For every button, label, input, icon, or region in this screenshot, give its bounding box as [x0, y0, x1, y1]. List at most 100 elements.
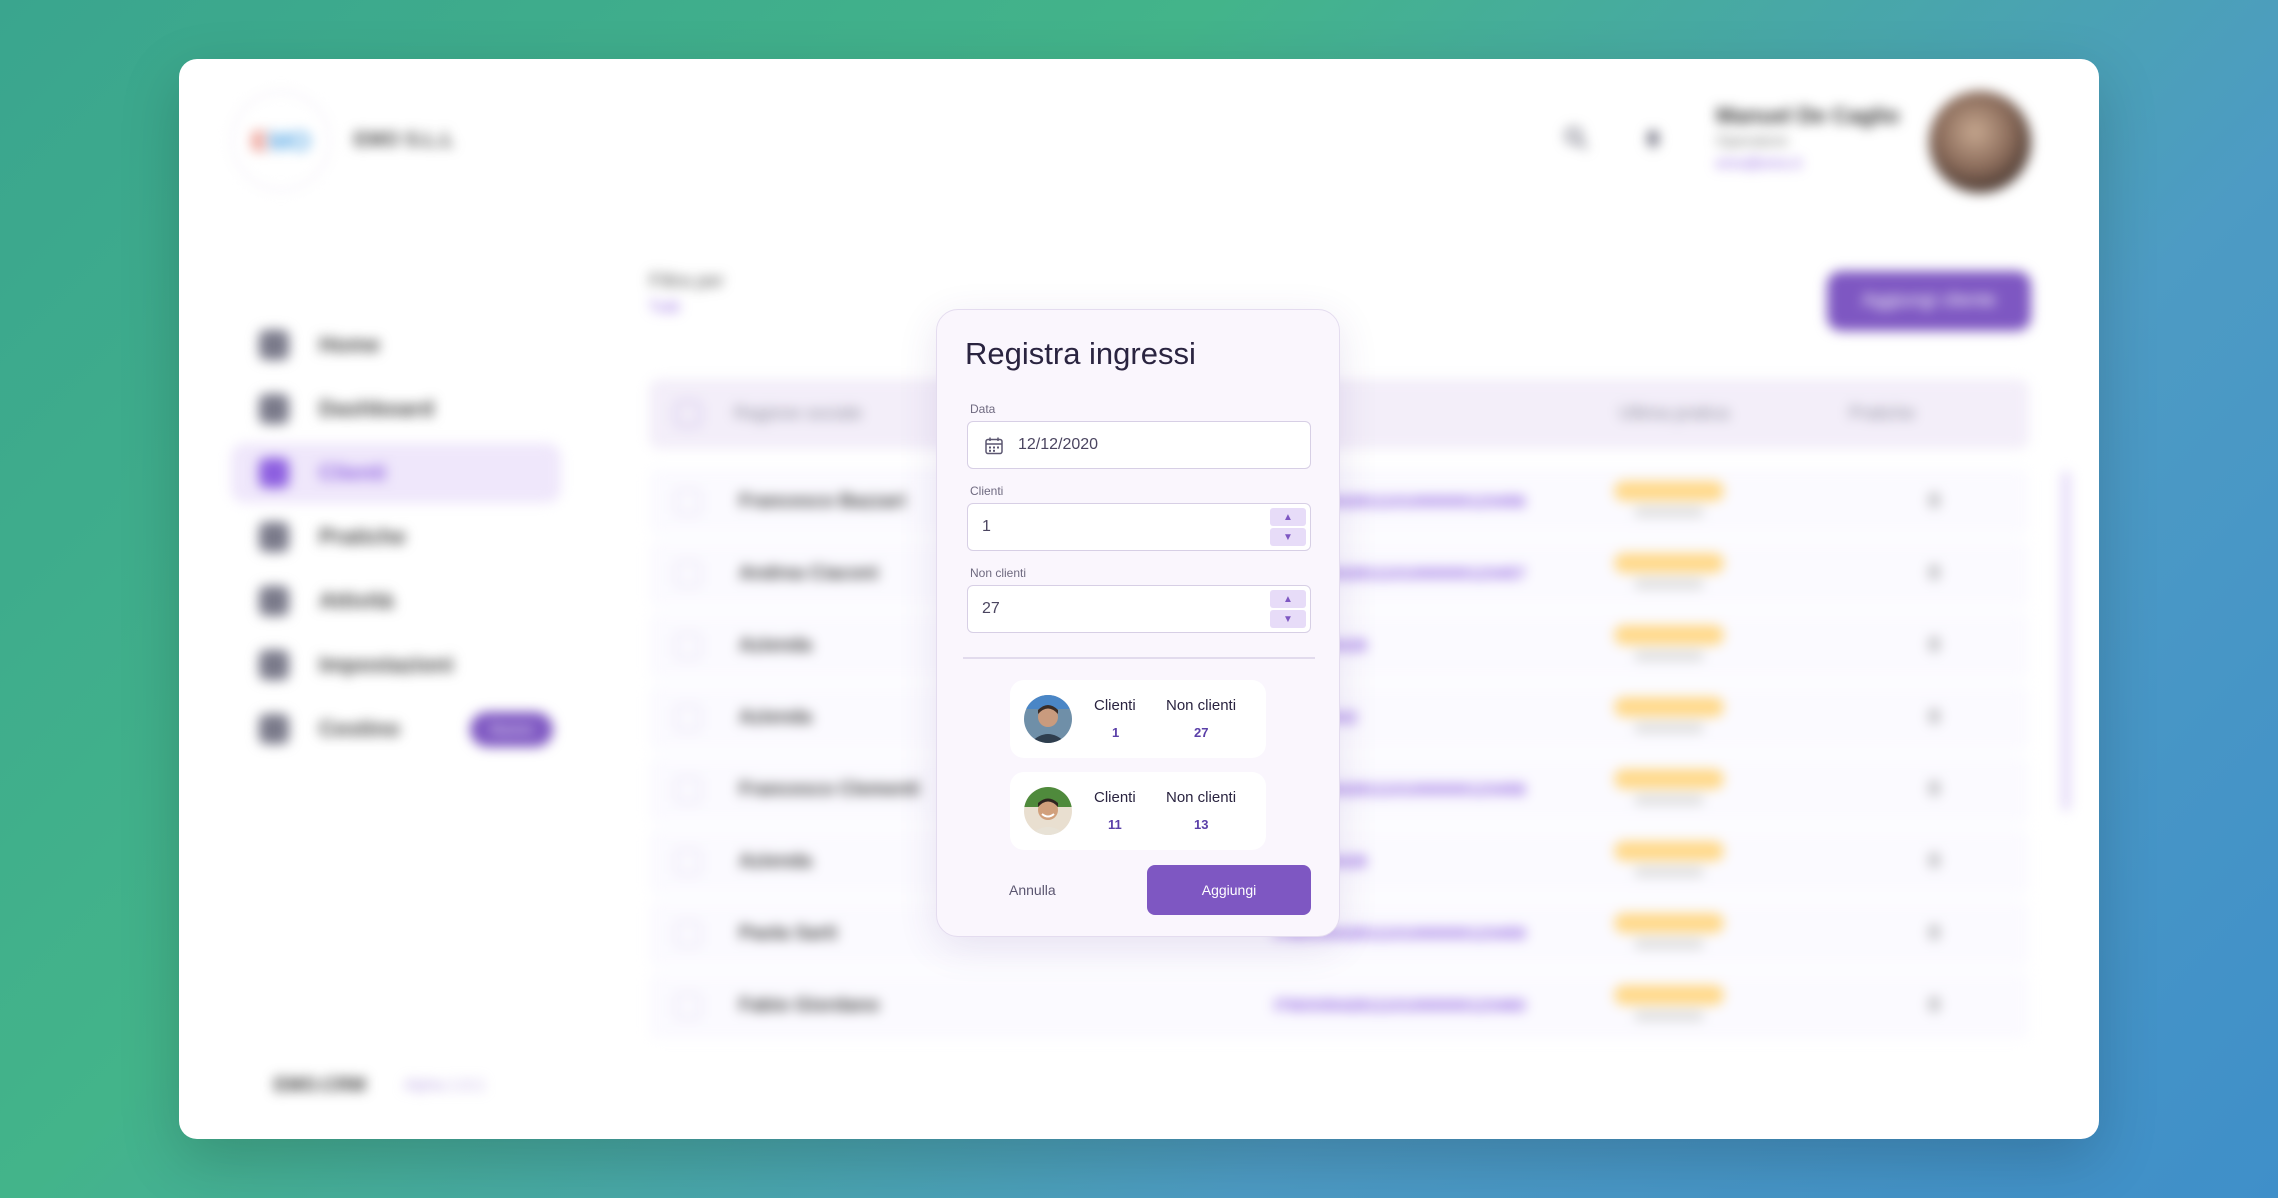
clients-input[interactable]: [968, 504, 1310, 550]
table-row[interactable]: Fabio Giordano IT60X05428111010000001234…: [649, 973, 2029, 1039]
non-clients-stepper-controls: ▲ ▼: [1270, 590, 1306, 628]
row-name: Azienda: [739, 635, 812, 656]
status-badge: [1614, 985, 1724, 1005]
row-name: Francesco Clementi: [739, 779, 920, 800]
date-label: Data: [970, 402, 996, 416]
row-count: 0: [1929, 491, 1940, 512]
row-checkbox[interactable]: [675, 561, 701, 587]
row-name: Paola Sarti: [739, 923, 838, 944]
clients-stepper-controls: ▲ ▼: [1270, 508, 1306, 546]
status-sub: [1634, 723, 1704, 733]
date-field[interactable]: [967, 421, 1311, 469]
avatar: [1024, 695, 1072, 743]
sidebar-item-label: Impostazioni: [319, 652, 454, 677]
row-name: Andrea Ciaconi: [739, 563, 879, 584]
new-badge: Nuovo: [469, 711, 554, 747]
row-name: Azienda: [739, 851, 812, 872]
row-checkbox[interactable]: [675, 993, 701, 1019]
clipboard-icon: [259, 586, 289, 616]
filter-value: Tutti: [649, 299, 680, 316]
sidebar-item-pratiche[interactable]: Pratiche: [231, 507, 561, 567]
sidebar-item-label: Cestino: [319, 716, 400, 741]
status-sub: [1634, 651, 1704, 661]
non-clients-input[interactable]: [968, 586, 1310, 632]
row-checkbox[interactable]: [675, 489, 701, 515]
date-input[interactable]: [968, 422, 1310, 468]
sidebar-item-label: Home: [319, 332, 381, 357]
dashboard-icon: [259, 394, 289, 424]
status-sub: [1634, 1011, 1704, 1021]
decrement-down-icon[interactable]: ▼: [1270, 528, 1306, 546]
entry-non-clients-value: 27: [1194, 725, 1209, 740]
sidebar-item-attivita[interactable]: Attività: [231, 571, 561, 631]
entry-clients-value: 11: [1108, 817, 1122, 832]
row-checkbox[interactable]: [675, 633, 701, 659]
row-checkbox[interactable]: [675, 849, 701, 875]
status-sub: [1634, 579, 1704, 589]
entry-card: Clienti 11 Non clienti 13: [1010, 772, 1266, 850]
entry-card: Clienti 1 Non clienti 27: [1010, 680, 1266, 758]
status-badge: [1614, 841, 1724, 861]
trash-icon: [259, 714, 289, 744]
filter-dropdown[interactable]: Filtra per: [649, 271, 724, 293]
increment-up-icon[interactable]: ▲: [1270, 590, 1306, 608]
row-checkbox[interactable]: [675, 777, 701, 803]
sidebar-item-label: Pratiche: [319, 524, 406, 549]
add-client-button[interactable]: Aggiungi cliente: [1827, 271, 2031, 331]
row-count: 0: [1929, 779, 1940, 800]
increment-up-icon[interactable]: ▲: [1270, 508, 1306, 526]
sidebar-item-cestino[interactable]: Cestino Nuovo: [231, 699, 561, 759]
row-count: 0: [1929, 707, 1940, 728]
footer-brand: EMO.CRM: [274, 1075, 366, 1096]
user-avatar[interactable]: [1929, 91, 2031, 193]
row-count: 0: [1929, 995, 1940, 1016]
company-name: EMO S.L.L: [354, 129, 454, 151]
row-count: 0: [1929, 851, 1940, 872]
cancel-button[interactable]: Annulla: [1009, 882, 1056, 898]
company-logo: E MO: [231, 91, 331, 191]
status-sub: [1634, 867, 1704, 877]
user-email[interactable]: emo@emo.it: [1716, 155, 1801, 172]
clients-stepper[interactable]: ▲ ▼: [967, 503, 1311, 551]
register-entries-modal: Registra ingressi Data Clienti ▲ ▼ Non c…: [936, 309, 1340, 937]
user-name: Manuel De Caglio: [1716, 103, 1900, 128]
table-scrollbar[interactable]: [2062, 471, 2070, 811]
status-badge: [1614, 625, 1724, 645]
row-checkbox[interactable]: [675, 921, 701, 947]
sidebar-item-dashboard[interactable]: Dashboard: [231, 379, 561, 439]
column-header[interactable]: Pratiche: [1849, 403, 1915, 424]
non-clients-label: Non clienti: [970, 566, 1027, 580]
avatar: [1024, 787, 1072, 835]
sidebar-item-home[interactable]: Home: [231, 315, 561, 375]
folder-icon: [259, 522, 289, 552]
column-header[interactable]: Ultima pratica: [1619, 403, 1729, 424]
entry-clients-label: Clienti: [1094, 697, 1136, 714]
decrement-down-icon[interactable]: ▼: [1270, 610, 1306, 628]
sidebar-item-label: Clienti: [319, 460, 387, 485]
select-all-checkbox[interactable]: [675, 401, 701, 427]
row-checkbox[interactable]: [675, 705, 701, 731]
entry-non-clients-label: Non clienti: [1166, 789, 1237, 806]
row-code: IT60X0542811101000000123460: [1274, 996, 1526, 1015]
entry-clients-label: Clienti: [1094, 789, 1136, 806]
row-count: 0: [1929, 563, 1940, 584]
entry-non-clients-value: 13: [1194, 817, 1209, 832]
sidebar-item-label: Dashboard: [319, 396, 434, 421]
status-badge: [1614, 481, 1724, 501]
status-badge: [1614, 769, 1724, 789]
sidebar-item-clienti[interactable]: Clienti: [231, 443, 561, 503]
add-button[interactable]: Aggiungi: [1147, 865, 1311, 915]
row-count: 0: [1929, 923, 1940, 944]
row-count: 0: [1929, 635, 1940, 656]
status-badge: [1614, 697, 1724, 717]
bell-icon[interactable]: [1636, 121, 1670, 155]
status-sub: [1634, 939, 1704, 949]
home-icon: [259, 330, 289, 360]
modal-title: Registra ingressi: [965, 336, 1196, 371]
column-header[interactable]: Ragione sociale: [734, 403, 862, 424]
sidebar-item-impostazioni[interactable]: Impostazioni: [231, 635, 561, 695]
row-name: Francesco Bazzari: [739, 491, 906, 512]
search-icon[interactable]: [1559, 121, 1593, 155]
entry-non-clients-label: Non clienti: [1166, 697, 1237, 714]
non-clients-stepper[interactable]: ▲ ▼: [967, 585, 1311, 633]
